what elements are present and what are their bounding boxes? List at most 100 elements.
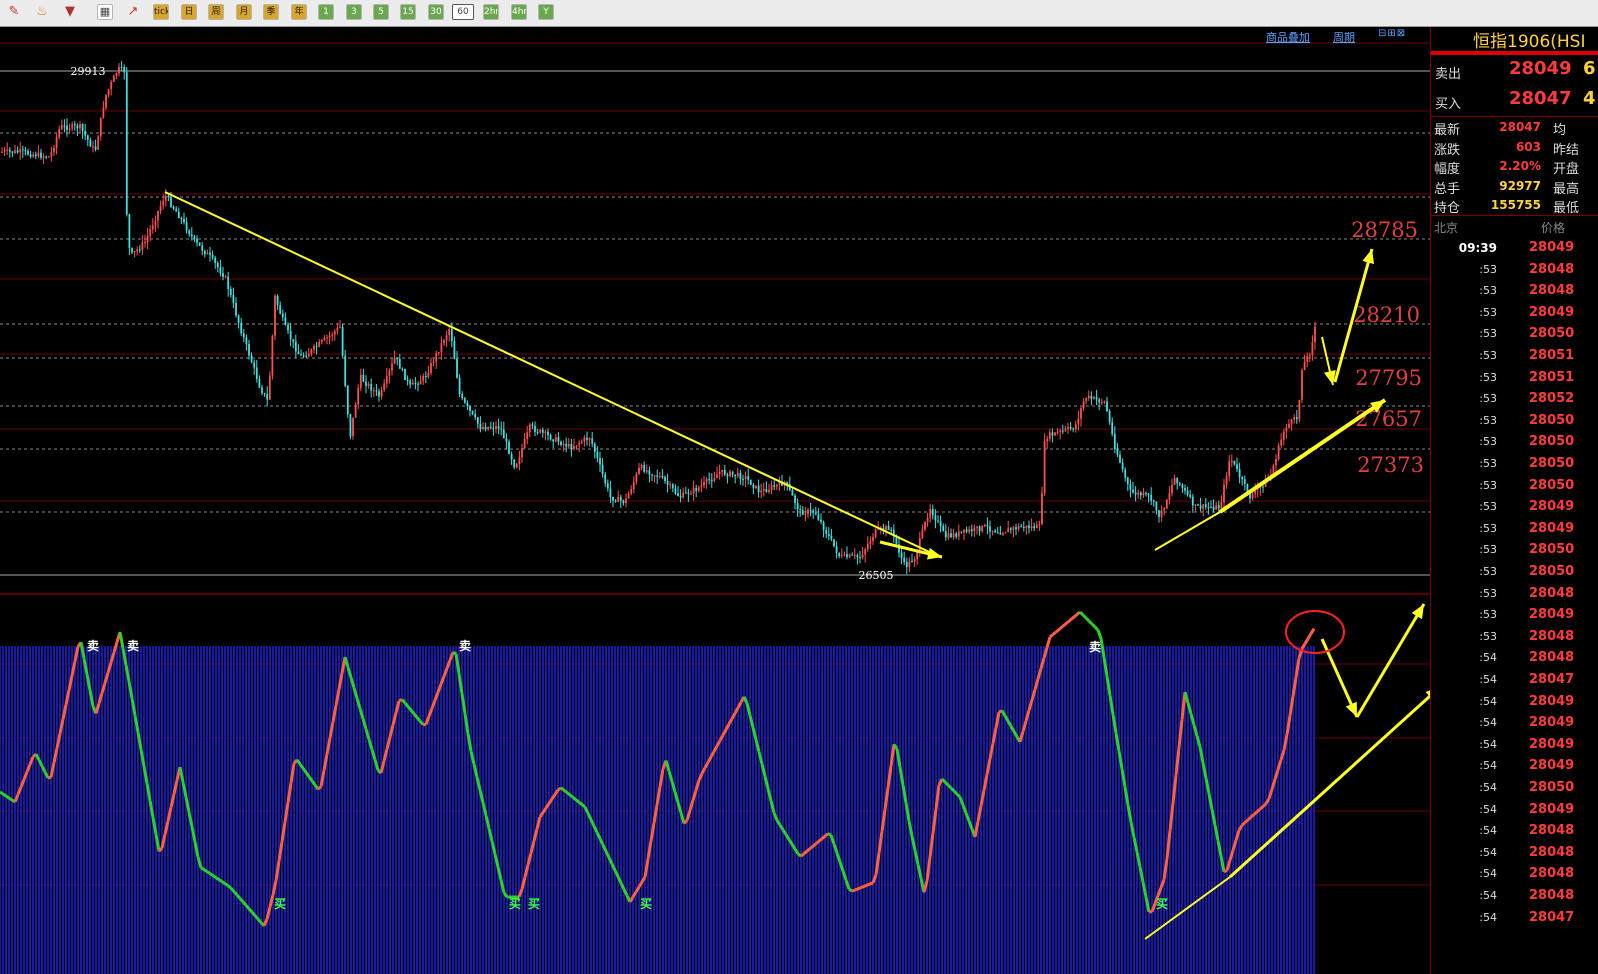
window-buttons[interactable]: ⊟⊞⊠ bbox=[1378, 28, 1406, 39]
stat-row-2: 幅度 2.20% 开盘 bbox=[1431, 156, 1598, 177]
indicator-segment bbox=[581, 803, 586, 809]
price-candle bbox=[575, 445, 578, 447]
tick-time: :53 bbox=[1479, 457, 1497, 470]
price-candle bbox=[1150, 495, 1153, 501]
price-candle bbox=[333, 331, 336, 335]
period-button-3[interactable]: 月 bbox=[236, 4, 252, 20]
price-candle bbox=[125, 72, 128, 215]
period-button-7[interactable]: 3 bbox=[346, 4, 362, 20]
price-candle bbox=[567, 443, 570, 447]
table-icon[interactable]: ▦ bbox=[97, 4, 113, 20]
level-label-27657: 27657 bbox=[1355, 407, 1422, 431]
price-candle bbox=[983, 524, 986, 526]
overlay-link[interactable]: 商品叠加 bbox=[1266, 29, 1310, 45]
price-candle bbox=[437, 352, 440, 354]
indicator-segment bbox=[943, 780, 950, 787]
sell-signal-label: 卖 bbox=[1089, 639, 1101, 654]
price-candle bbox=[411, 382, 414, 385]
price-candle bbox=[276, 295, 279, 306]
indicator-segment bbox=[1309, 627, 1316, 635]
tick-time: :54 bbox=[1479, 759, 1497, 773]
tick-price: 28049 bbox=[1529, 607, 1575, 623]
period-button-8[interactable]: 5 bbox=[373, 4, 389, 20]
tick-price: 28051 bbox=[1529, 348, 1575, 363]
price-candle bbox=[198, 242, 201, 246]
price-candle bbox=[359, 374, 362, 388]
price-candle bbox=[133, 251, 136, 253]
price-candle bbox=[107, 89, 110, 95]
period-button-4[interactable]: 季 bbox=[263, 4, 279, 20]
tick-time: :53 bbox=[1479, 305, 1497, 319]
indicator-segment bbox=[1250, 813, 1255, 819]
price-candle bbox=[588, 438, 591, 440]
period-button-2[interactable]: 周 bbox=[208, 4, 224, 20]
price-candle bbox=[1194, 504, 1197, 506]
period-button-5[interactable]: 年 bbox=[291, 4, 307, 20]
price-candle bbox=[398, 359, 401, 369]
period-button-6[interactable]: 1 bbox=[318, 4, 334, 20]
price-candle bbox=[510, 453, 513, 460]
period-button-1[interactable]: 日 bbox=[181, 4, 197, 20]
indicator-segment bbox=[203, 868, 208, 873]
tick-time: :53 bbox=[1479, 500, 1497, 514]
price-candle bbox=[612, 496, 614, 501]
price-candle bbox=[154, 220, 157, 226]
indicator-segment bbox=[1262, 802, 1267, 808]
line-chart-icon[interactable]: ↗ bbox=[125, 4, 141, 20]
price-candle bbox=[531, 424, 534, 426]
price-candle bbox=[721, 469, 724, 473]
tick-time: :54 bbox=[1479, 867, 1497, 881]
price-candle bbox=[432, 361, 435, 364]
tick-time: :54 bbox=[1479, 824, 1497, 838]
price-candle bbox=[934, 515, 937, 521]
price-candle bbox=[918, 538, 921, 552]
price-candle bbox=[968, 529, 971, 532]
price-candle bbox=[50, 152, 53, 157]
bell-icon[interactable]: ♨ bbox=[34, 4, 50, 20]
price-candle bbox=[505, 438, 508, 442]
price-candle bbox=[1243, 479, 1246, 484]
price-candle bbox=[752, 484, 755, 489]
period-link[interactable]: 周期 bbox=[1333, 29, 1355, 45]
tick-time: :54 bbox=[1479, 694, 1497, 708]
price-candle bbox=[965, 529, 968, 532]
price-candle bbox=[1207, 506, 1210, 508]
tick-time: :54 bbox=[1479, 889, 1497, 902]
filter-icon[interactable]: ▼ bbox=[62, 4, 78, 20]
tick-price: 28049 bbox=[1529, 736, 1575, 752]
price-candle bbox=[846, 554, 848, 558]
indicator-segment bbox=[1084, 616, 1091, 623]
price-candle bbox=[1048, 432, 1051, 439]
period-button-10[interactable]: 30 bbox=[428, 4, 444, 20]
chart-svg[interactable]: 29913 26505 28785 28210 27795 27657 27373 卖 卖 卖 卖买… bbox=[0, 27, 1430, 974]
period-button-11[interactable]: 60 bbox=[452, 4, 474, 20]
price-candle bbox=[81, 124, 84, 131]
price-candle bbox=[757, 485, 760, 493]
price-candle bbox=[1301, 369, 1303, 400]
price-candle bbox=[726, 474, 729, 477]
period-button-0[interactable]: tick bbox=[153, 4, 169, 20]
price-candle bbox=[1275, 458, 1277, 466]
price-candle bbox=[53, 147, 55, 153]
price-candle bbox=[102, 107, 105, 118]
price-candle bbox=[1038, 524, 1041, 526]
price-candle bbox=[593, 443, 596, 452]
pencil-icon[interactable]: ✎ bbox=[6, 4, 22, 20]
tick-price: 28050 bbox=[1529, 412, 1575, 428]
price-candle bbox=[866, 543, 869, 550]
period-button-9[interactable]: 15 bbox=[400, 4, 416, 20]
indicator-segment bbox=[0, 790, 4, 796]
price-candle bbox=[331, 334, 334, 336]
period-button-14[interactable]: Y bbox=[538, 4, 554, 20]
indicator-segment bbox=[1067, 618, 1072, 624]
sell-signal-label: 卖 bbox=[87, 638, 99, 653]
tick-row: 09:39 28049 bbox=[1431, 237, 1598, 259]
price-candle bbox=[801, 509, 804, 515]
price-candle bbox=[188, 230, 191, 235]
period-button-12[interactable]: 2hr bbox=[483, 4, 499, 20]
period-button-13[interactable]: 4hr bbox=[511, 4, 527, 20]
chart-area[interactable]: 29913 26505 28785 28210 27795 27657 27373 卖 卖 卖 卖买… bbox=[0, 27, 1430, 974]
price-candle bbox=[157, 211, 159, 221]
price-candle bbox=[1017, 526, 1020, 530]
tick-price: 28048 bbox=[1529, 650, 1575, 666]
